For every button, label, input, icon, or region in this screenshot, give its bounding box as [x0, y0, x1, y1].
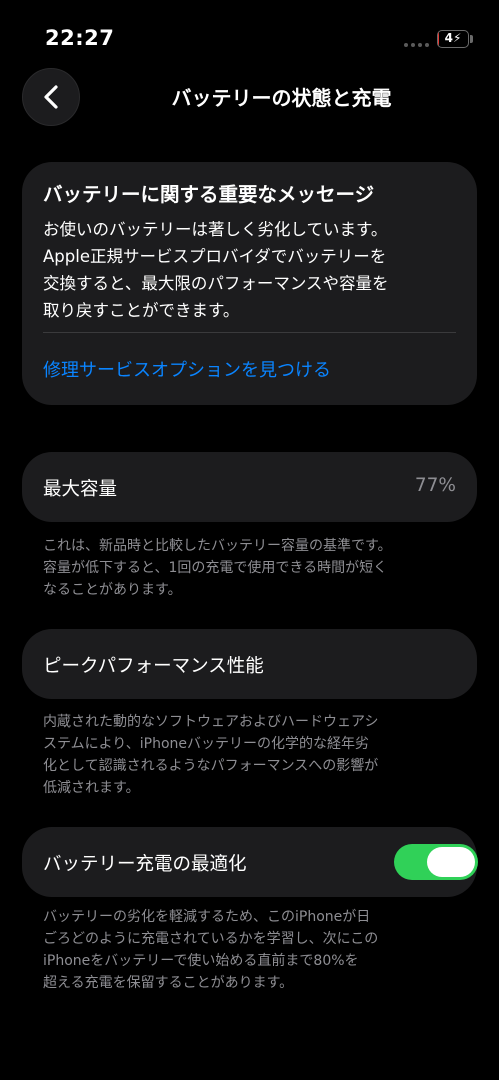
footnote-line: 化として認識されるようなパフォーマンスへの影響が	[43, 758, 379, 774]
battery-message-card: バッテリーに関する重要なメッセージ お使いのバッテリーは著しく劣化しています。 …	[22, 162, 477, 405]
optimized-charging-row: バッテリー充電の最適化	[22, 827, 478, 897]
back-button[interactable]	[22, 68, 80, 126]
footnote-line: 内蔵された動的なソフトウェアおよびハードウェアシ	[43, 714, 379, 730]
battery-health-screen: 22:27 4⚡ バッテリーの状態と充電 バッテリーに関する重要なメッセージ お…	[0, 0, 499, 1080]
battery-icon: 4⚡	[437, 30, 469, 48]
footnote-line: なることがあります。	[43, 582, 182, 598]
footnote-line: 容量が低下すると、1回の充電で使用できる時間が短く	[43, 560, 388, 576]
battery-level: 4⚡	[444, 31, 462, 45]
status-time: 22:27	[45, 26, 115, 50]
message-line: 交換すると、最大限のパフォーマンスや容量を	[43, 274, 389, 293]
charging-bolt-icon: ⚡	[452, 31, 462, 45]
footnote-line: 超える充電を保留することがあります。	[43, 975, 294, 991]
max-capacity-label: 最大容量	[43, 479, 118, 500]
footnote-line: 低減されます。	[43, 780, 140, 796]
footnote-line: これは、新品時と比較したバッテリー容量の基準です。	[43, 538, 392, 554]
message-line: Apple正規サービスプロバイダでバッテリーを	[43, 247, 387, 266]
chevron-left-icon	[44, 85, 58, 109]
battery-cap	[470, 35, 473, 43]
optimized-charging-toggle[interactable]	[394, 844, 478, 880]
message-line: 取り戻すことができます。	[43, 301, 240, 320]
max-capacity-row: 最大容量 77%	[22, 452, 477, 522]
page-title: バッテリーの状態と充電	[171, 86, 392, 110]
footnote-line: iPhoneをバッテリーで使い始める直前まで80%を	[43, 953, 359, 969]
message-line: お使いのバッテリーは著しく劣化しています。	[43, 220, 388, 239]
signal-icon	[404, 43, 429, 47]
peak-performance-footnote: 内蔵された動的なソフトウェアおよびハードウェアシ ステムにより、iPhoneバッ…	[43, 711, 463, 799]
max-capacity-footnote: これは、新品時と比較したバッテリー容量の基準です。 容量が低下すると、1回の充電…	[43, 535, 463, 601]
toggle-knob	[427, 847, 475, 877]
find-repair-options-link[interactable]: 修理サービスオプションを見つける	[43, 356, 331, 382]
footnote-line: ごろどのように充電されているかを学習し、次にこの	[43, 931, 379, 947]
optimized-charging-label: バッテリー充電の最適化	[43, 854, 247, 875]
optimized-charging-footnote: バッテリーの劣化を軽減するため、このiPhoneが日 ごろどのように充電されてい…	[43, 906, 463, 994]
message-body: お使いのバッテリーは著しく劣化しています。 Apple正規サービスプロバイダでバ…	[43, 216, 458, 324]
peak-performance-row: ピークパフォーマンス性能	[22, 629, 477, 699]
status-bar: 22:27 4⚡	[0, 0, 499, 60]
divider	[43, 332, 456, 333]
peak-performance-label: ピークパフォーマンス性能	[43, 656, 264, 677]
max-capacity-value: 77%	[414, 475, 456, 496]
footnote-line: バッテリーの劣化を軽減するため、このiPhoneが日	[43, 909, 371, 925]
message-title: バッテリーに関する重要なメッセージ	[43, 183, 375, 206]
footnote-line: ステムにより、iPhoneバッテリーの化学的な経年劣	[43, 736, 369, 752]
